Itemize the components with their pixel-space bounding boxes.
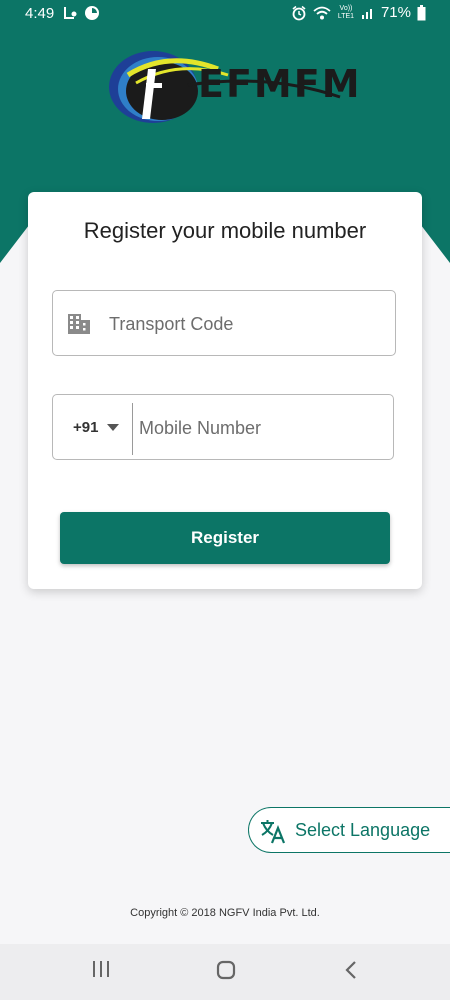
transport-code-field[interactable]	[52, 290, 396, 356]
chevron-down-icon[interactable]	[107, 424, 119, 431]
battery-percent: 71%	[380, 4, 411, 21]
call-forwarding-icon	[64, 7, 77, 19]
select-language-button[interactable]: Select Language	[248, 807, 450, 853]
mobile-number-field[interactable]: +91	[52, 394, 394, 460]
register-button[interactable]: Register	[60, 512, 390, 564]
card-title: Register your mobile number	[83, 218, 367, 243]
wifi-icon	[313, 6, 331, 19]
system-nav-bar	[0, 944, 450, 1000]
recent-apps-icon[interactable]	[92, 960, 110, 978]
alarm-icon	[292, 5, 306, 20]
building-icon	[68, 314, 90, 334]
status-bar: 4:49 Vo)) LTE1 71%	[0, 0, 450, 28]
transport-code-input[interactable]	[107, 309, 381, 339]
app-notification-icon	[85, 6, 99, 20]
register-card: Register your mobile number +91 Register	[28, 192, 422, 589]
battery-icon	[417, 4, 426, 20]
volte-icon: Vo)) LTE1	[337, 4, 355, 20]
logo-text: EFMFM	[198, 62, 362, 106]
translate-icon	[261, 820, 286, 844]
mobile-number-input[interactable]	[137, 413, 381, 443]
copyright-text: Copyright © 2018 NGFV India Pvt. Ltd.	[130, 907, 320, 919]
field-divider	[132, 403, 133, 455]
back-icon[interactable]	[344, 960, 358, 980]
select-language-label: Select Language	[295, 820, 431, 840]
country-code-selector[interactable]: +91	[73, 419, 98, 436]
signal-icon	[361, 8, 372, 19]
status-left-icons	[62, 5, 100, 21]
status-time: 4:49	[25, 5, 55, 22]
home-icon[interactable]	[216, 960, 236, 980]
status-right-icons: Vo)) LTE1 71%	[291, 4, 426, 21]
